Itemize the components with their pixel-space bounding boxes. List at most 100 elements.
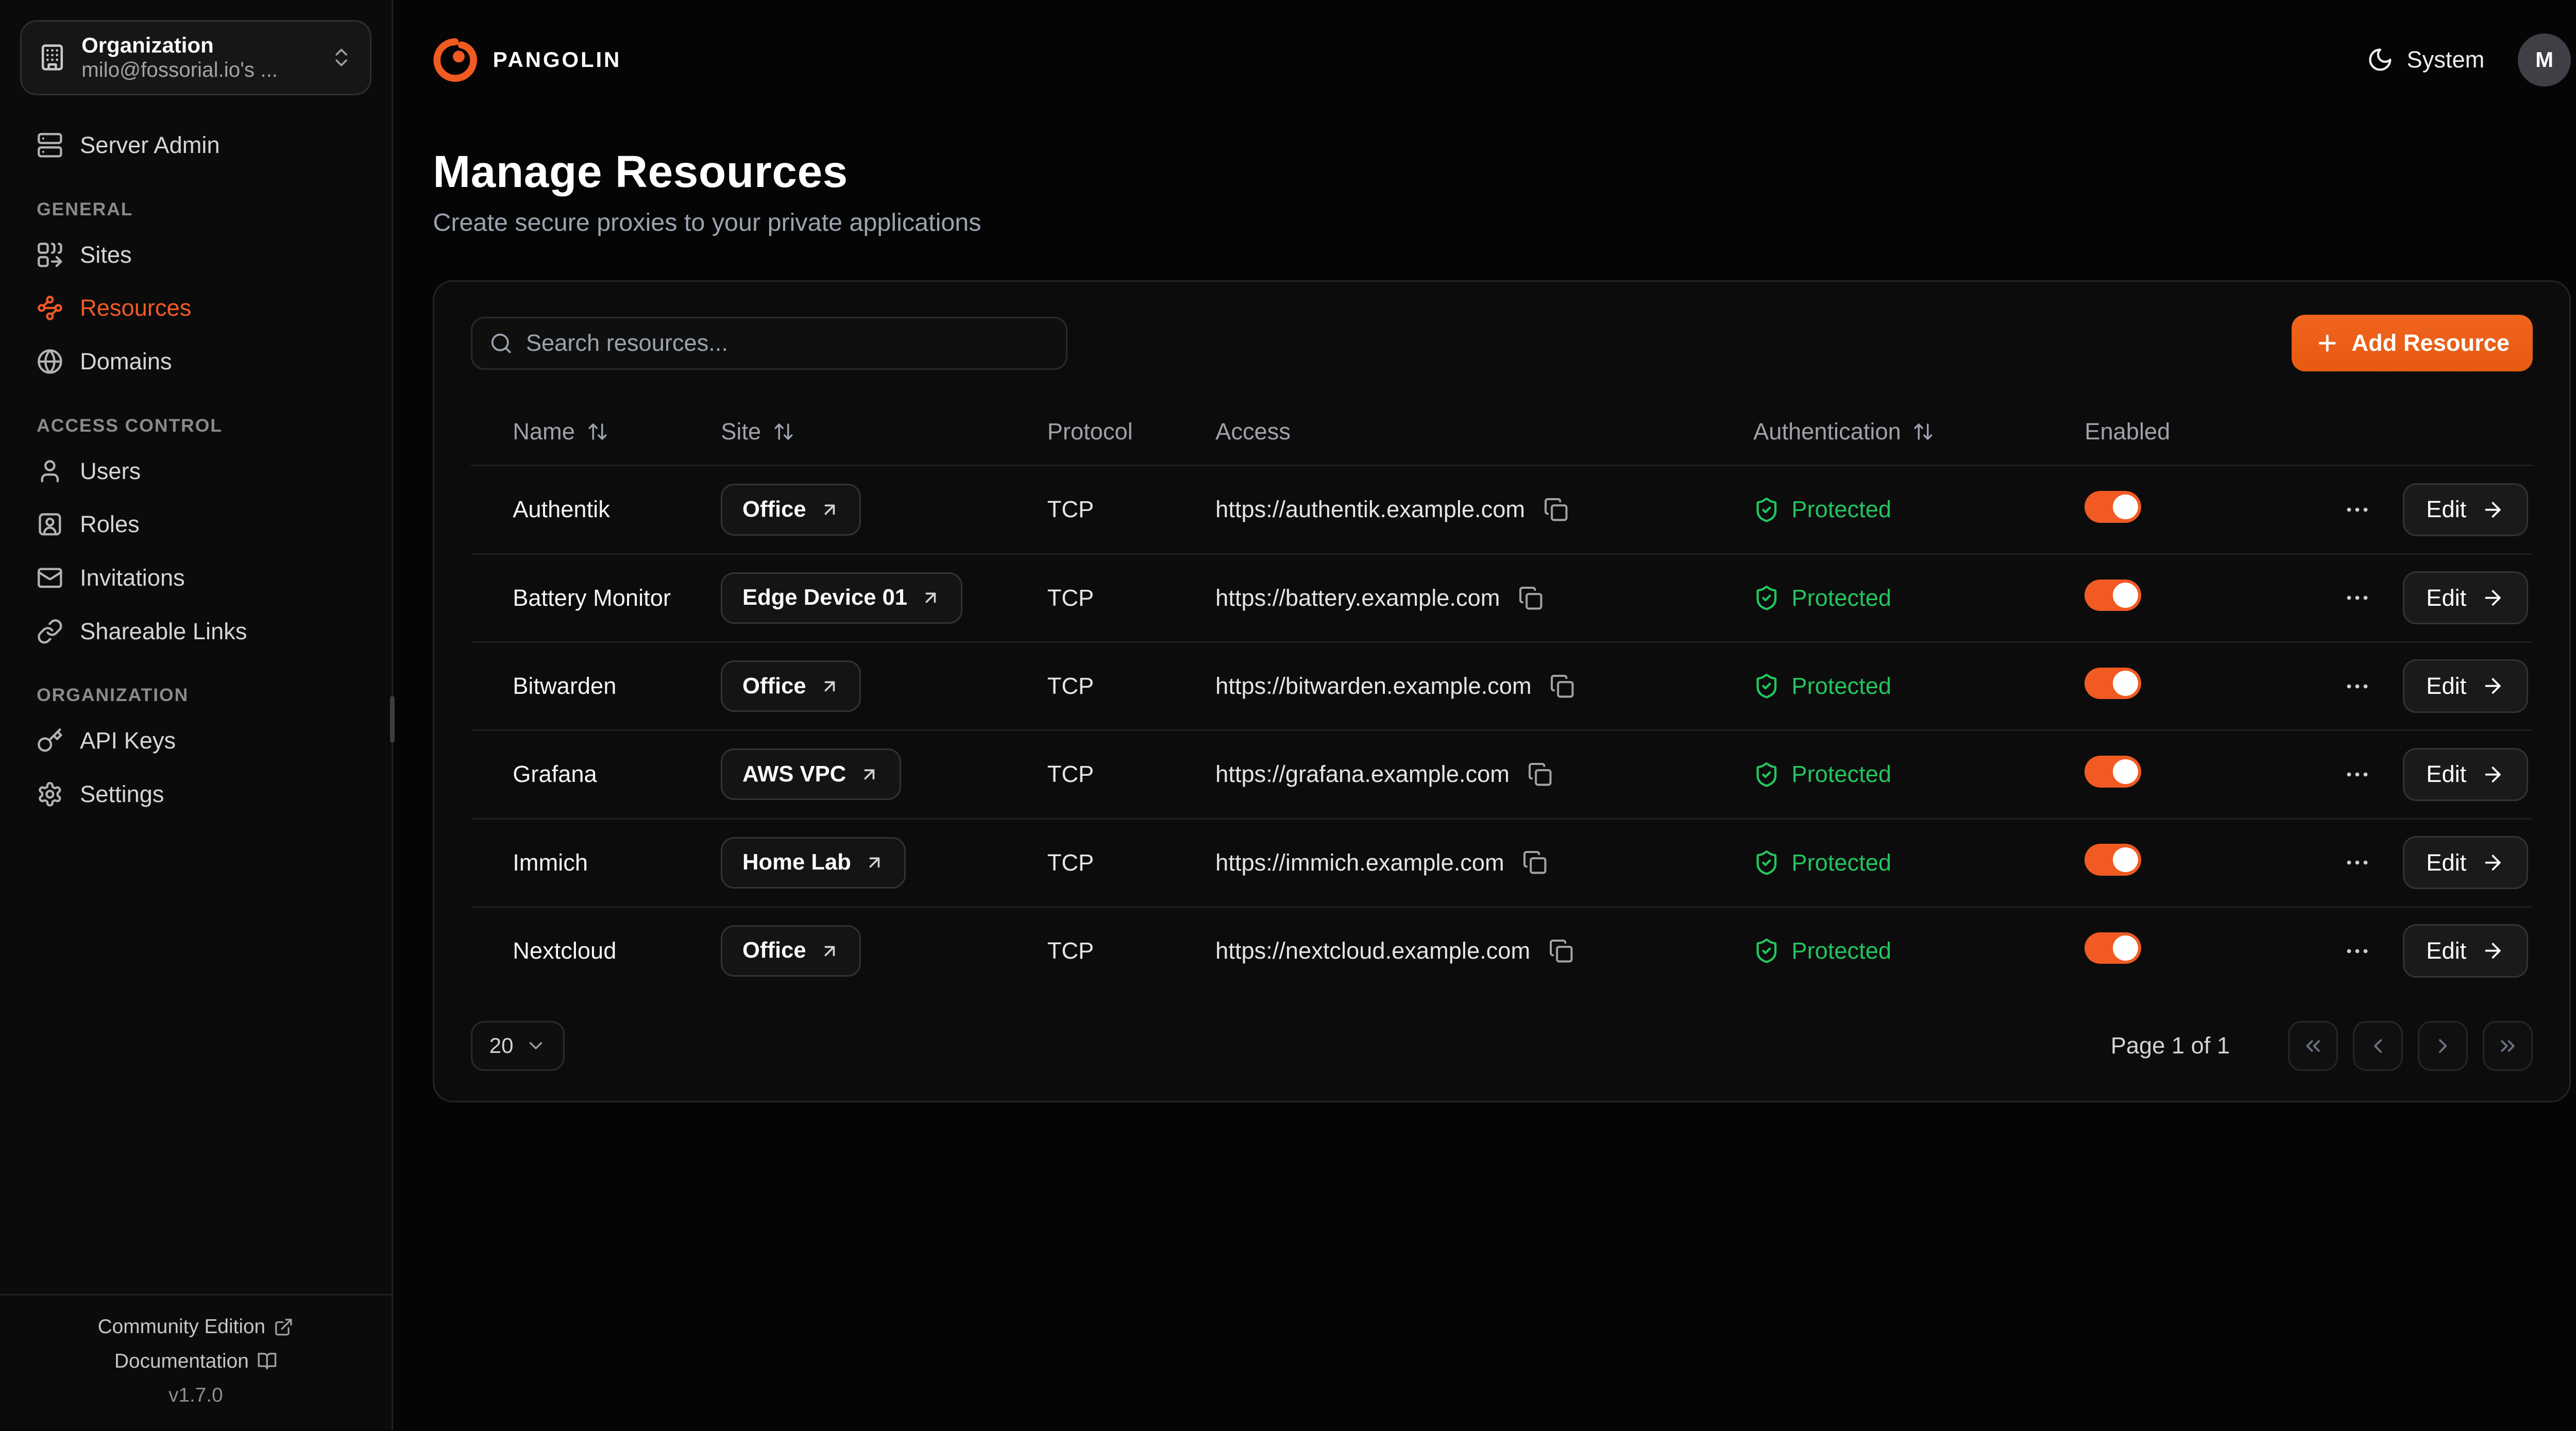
table-header: Name Site Protocol Access Authentication… bbox=[471, 398, 2533, 465]
roles-icon bbox=[37, 511, 63, 538]
arrow-up-right-icon bbox=[921, 588, 941, 608]
topbar: PANGOLIN System M bbox=[433, 0, 2571, 120]
copy-url-button[interactable] bbox=[1515, 582, 1547, 614]
section-label-access-control: ACCESS CONTROL bbox=[20, 388, 371, 445]
resource-name: Immich bbox=[471, 849, 721, 876]
column-header-access: Access bbox=[1215, 418, 1753, 445]
last-page-button[interactable] bbox=[2483, 1021, 2533, 1071]
copy-icon bbox=[1518, 586, 1543, 610]
search-box bbox=[471, 317, 1067, 370]
arrow-right-icon bbox=[2481, 851, 2504, 874]
protocol-value: TCP bbox=[1047, 761, 1215, 788]
page-size-select[interactable]: 20 bbox=[471, 1021, 565, 1071]
sidebar-item-invitations[interactable]: Invitations bbox=[20, 551, 371, 605]
sidebar-item-domains[interactable]: Domains bbox=[20, 335, 371, 388]
protocol-value: TCP bbox=[1047, 496, 1215, 523]
edit-button[interactable]: Edit bbox=[2403, 924, 2528, 977]
copy-url-button[interactable] bbox=[1547, 670, 1578, 702]
site-link-button[interactable]: Office bbox=[721, 660, 861, 712]
previous-page-button[interactable] bbox=[2353, 1021, 2403, 1071]
copy-url-button[interactable] bbox=[1545, 935, 1577, 966]
sidebar-item-shareable-links[interactable]: Shareable Links bbox=[20, 605, 371, 658]
first-page-button[interactable] bbox=[2288, 1021, 2338, 1071]
site-link-button[interactable]: AWS VPC bbox=[721, 748, 901, 800]
enabled-toggle[interactable] bbox=[2084, 932, 2141, 964]
enabled-toggle[interactable] bbox=[2084, 580, 2141, 611]
arrow-right-icon bbox=[2481, 674, 2504, 697]
copy-url-button[interactable] bbox=[1524, 759, 1556, 790]
enabled-toggle[interactable] bbox=[2084, 491, 2141, 522]
site-link-button[interactable]: Office bbox=[721, 925, 861, 977]
table-row: Nextcloud Office TCP https://nextcloud.e… bbox=[471, 906, 2533, 994]
sidebar-item-settings[interactable]: Settings bbox=[20, 768, 371, 821]
enabled-toggle[interactable] bbox=[2084, 668, 2141, 699]
add-resource-button[interactable]: Add Resource bbox=[2292, 315, 2533, 371]
sidebar-item-api-keys[interactable]: API Keys bbox=[20, 714, 371, 768]
shield-check-icon bbox=[1753, 849, 1780, 876]
column-header-enabled: Enabled bbox=[2084, 418, 2268, 445]
authentication-status: Protected bbox=[1753, 761, 2084, 788]
edit-button[interactable]: Edit bbox=[2403, 836, 2528, 889]
brand[interactable]: PANGOLIN bbox=[433, 38, 621, 82]
brand-name: PANGOLIN bbox=[493, 47, 622, 72]
gear-icon bbox=[37, 781, 63, 808]
theme-toggle-button[interactable]: System bbox=[2367, 46, 2484, 73]
access-url: https://grafana.example.com bbox=[1215, 761, 1510, 788]
row-menu-button[interactable] bbox=[2338, 932, 2376, 970]
column-header-name[interactable]: Name bbox=[471, 418, 721, 445]
sidebar-item-roles[interactable]: Roles bbox=[20, 498, 371, 551]
access-url: https://nextcloud.example.com bbox=[1215, 938, 1530, 964]
row-menu-button[interactable] bbox=[2338, 844, 2376, 882]
sidebar-item-resources[interactable]: Resources bbox=[20, 281, 371, 335]
search-input[interactable] bbox=[526, 330, 1049, 356]
copy-url-button[interactable] bbox=[1519, 847, 1551, 878]
pangolin-logo-icon bbox=[433, 38, 478, 82]
community-edition-link[interactable]: Community Edition bbox=[98, 1316, 294, 1338]
row-menu-button[interactable] bbox=[2338, 579, 2376, 617]
protocol-value: TCP bbox=[1047, 849, 1215, 876]
copy-icon bbox=[1528, 762, 1552, 787]
arrow-right-icon bbox=[2481, 586, 2504, 609]
sidebar-item-users[interactable]: Users bbox=[20, 445, 371, 498]
edit-button[interactable]: Edit bbox=[2403, 483, 2528, 536]
avatar[interactable]: M bbox=[2518, 33, 2571, 87]
column-header-authentication[interactable]: Authentication bbox=[1753, 418, 2084, 445]
ellipsis-icon bbox=[2343, 848, 2371, 877]
row-menu-button[interactable] bbox=[2338, 755, 2376, 793]
sidebar-item-server-admin[interactable]: Server Admin bbox=[20, 118, 371, 172]
next-page-button[interactable] bbox=[2418, 1021, 2468, 1071]
arrow-right-icon bbox=[2481, 498, 2504, 521]
column-header-site[interactable]: Site bbox=[721, 418, 1047, 445]
server-icon bbox=[37, 132, 63, 159]
documentation-link[interactable]: Documentation bbox=[114, 1350, 277, 1373]
sidebar-item-sites[interactable]: Sites bbox=[20, 228, 371, 282]
copy-url-button[interactable] bbox=[1540, 494, 1571, 525]
shield-check-icon bbox=[1753, 497, 1780, 523]
arrow-right-icon bbox=[2481, 763, 2504, 786]
arrow-up-right-icon bbox=[865, 853, 885, 873]
table-row: Immich Home Lab TCP https://immich.examp… bbox=[471, 818, 2533, 906]
enabled-toggle[interactable] bbox=[2084, 756, 2141, 787]
chevrons-right-icon bbox=[2496, 1034, 2519, 1058]
enabled-toggle[interactable] bbox=[2084, 844, 2141, 875]
authentication-status: Protected bbox=[1753, 496, 2084, 523]
site-link-button[interactable]: Office bbox=[721, 484, 861, 535]
ellipsis-icon bbox=[2343, 496, 2371, 524]
authentication-status: Protected bbox=[1753, 673, 2084, 700]
arrow-right-icon bbox=[2481, 939, 2504, 962]
row-menu-button[interactable] bbox=[2338, 667, 2376, 705]
building-icon bbox=[38, 43, 66, 72]
edit-button[interactable]: Edit bbox=[2403, 748, 2528, 801]
authentication-status: Protected bbox=[1753, 938, 2084, 964]
org-selector[interactable]: Organization milo@fossorial.io's ... bbox=[20, 20, 371, 95]
row-menu-button[interactable] bbox=[2338, 490, 2376, 529]
ellipsis-icon bbox=[2343, 760, 2371, 789]
site-link-button[interactable]: Edge Device 01 bbox=[721, 572, 962, 624]
book-icon bbox=[257, 1351, 277, 1371]
link-icon bbox=[37, 618, 63, 645]
site-link-button[interactable]: Home Lab bbox=[721, 837, 906, 889]
edit-button[interactable]: Edit bbox=[2403, 571, 2528, 624]
edit-button[interactable]: Edit bbox=[2403, 659, 2528, 712]
resource-name: Authentik bbox=[471, 496, 721, 523]
sidebar-resize-handle[interactable] bbox=[390, 696, 395, 742]
